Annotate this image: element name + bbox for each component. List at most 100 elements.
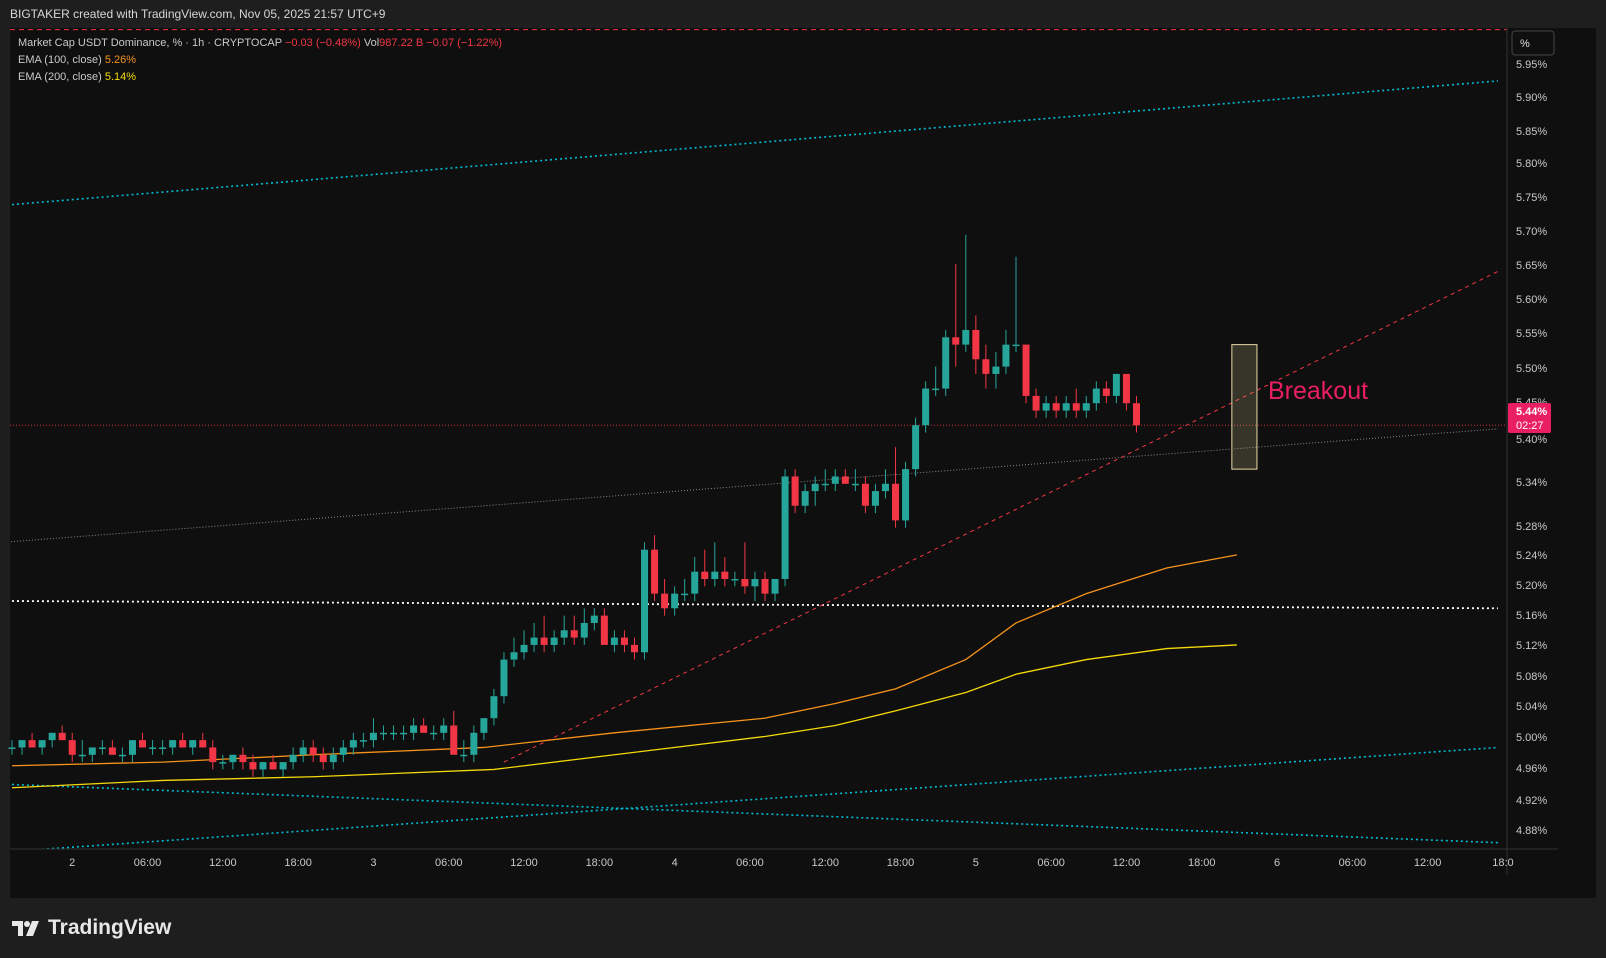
legend-symbol[interactable]: Market Cap USDT Dominance, % · 1h · CRYP… [18,37,282,49]
candle-body[interactable] [299,747,307,755]
candle-body[interactable] [550,637,558,645]
candle-body[interactable] [580,622,588,638]
candle-body[interactable] [18,740,26,748]
candle-body[interactable] [199,740,207,748]
candle-body[interactable] [149,747,157,749]
candle-body[interactable] [78,754,86,757]
lower-channel-falling-line[interactable] [2,783,1498,844]
candle-body[interactable] [128,740,136,755]
candle-body[interactable] [912,425,920,470]
price-chart[interactable]: Breakout 5.95% 5.90% 5.85% 5.80% 5.75% 5.70% 5.… [0,0,1606,958]
legend-ema100-label[interactable]: EMA (100, close) [18,54,102,66]
candle-body[interactable] [711,571,719,579]
candle-body[interactable] [721,571,729,579]
legend-ema200-label[interactable]: EMA (200, close) [18,71,102,83]
candle-body[interactable] [98,747,106,749]
candle-body[interactable] [771,579,779,594]
candle-body[interactable] [902,469,910,521]
candle-body[interactable] [741,579,749,587]
candle-body[interactable] [691,571,699,594]
candle-body[interactable] [410,725,418,733]
candle-body[interactable] [922,388,930,426]
candle-body[interactable] [430,732,438,735]
candle-body[interactable] [851,483,859,486]
candle-body[interactable] [520,644,528,653]
candle-body[interactable] [791,476,799,506]
candle-body[interactable] [570,630,578,638]
candle-body[interactable] [1062,403,1070,411]
breakout-trend-line[interactable] [503,270,1499,763]
candle-body[interactable] [1042,403,1050,411]
candle-body[interactable] [189,740,197,748]
candle-body[interactable] [28,740,36,748]
candle-body[interactable] [48,732,56,741]
candle-body[interactable] [490,696,498,719]
candle-body[interactable] [359,740,367,742]
candle-body[interactable] [289,754,297,763]
candle-body[interactable] [159,747,167,749]
candle-body[interactable] [610,637,618,645]
candle-body[interactable] [319,754,327,763]
candle-body[interactable] [992,366,1000,374]
candle-body[interactable] [811,483,819,492]
candle-body[interactable] [530,637,538,645]
candle-body[interactable] [400,732,408,735]
candle-body[interactable] [480,718,488,733]
candle-body[interactable] [269,762,277,770]
candle-body[interactable] [1002,344,1010,367]
candle-body[interactable] [761,579,769,594]
candle-body[interactable] [239,754,247,763]
candle-body[interactable] [1112,373,1120,396]
candle-body[interactable] [630,644,638,653]
candle-body[interactable] [1132,403,1140,426]
candle-body[interactable] [681,593,689,596]
candle-body[interactable] [279,762,287,770]
candle-body[interactable] [139,740,147,748]
mid-gray-trend-line[interactable] [2,428,1498,543]
candle-body[interactable] [349,740,357,748]
candle-body[interactable] [821,483,829,486]
candle-body[interactable] [169,740,177,748]
candle-body[interactable] [470,732,478,755]
candle-body[interactable] [219,762,227,764]
percent-scale-button[interactable] [1511,30,1555,56]
candle-body[interactable] [701,571,709,579]
candle-body[interactable] [831,476,839,484]
candle-body[interactable] [68,740,76,755]
candle-body[interactable] [781,476,789,579]
candle-body[interactable] [982,359,990,374]
candle-body[interactable] [118,754,126,757]
candle-body[interactable] [892,483,900,521]
candle-body[interactable] [881,483,889,492]
candle-body[interactable] [38,740,46,748]
candle-body[interactable] [932,388,940,391]
candle-body[interactable] [229,754,237,763]
candle-body[interactable] [179,740,187,748]
candle-body[interactable] [88,747,96,755]
candle-body[interactable] [861,483,869,506]
candle-body[interactable] [420,725,428,733]
candle-body[interactable] [942,337,950,389]
candle-body[interactable] [1012,344,1020,347]
candle-body[interactable] [1072,403,1080,411]
candle-body[interactable] [108,747,116,755]
candle-body[interactable] [751,579,759,587]
candle-body[interactable] [390,732,398,735]
candle-body[interactable] [1102,388,1110,396]
candle-body[interactable] [8,747,16,749]
candle-body[interactable] [671,593,679,609]
candle-body[interactable] [510,652,518,660]
candle-body[interactable] [590,615,598,623]
candle-body[interactable] [329,754,337,763]
candle-body[interactable] [1032,395,1040,411]
upper-channel-line[interactable] [2,80,1498,206]
percent-scale-label[interactable]: % [1520,38,1530,50]
candle-body[interactable] [962,329,970,345]
candle-body[interactable] [450,725,458,755]
candle-body[interactable] [540,637,548,645]
candle-body[interactable] [841,476,849,484]
breakout-highlight-box[interactable] [1231,344,1258,470]
breakout-annotation[interactable]: Breakout [1268,377,1368,405]
candle-body[interactable] [309,747,317,755]
candle-body[interactable] [731,579,739,581]
